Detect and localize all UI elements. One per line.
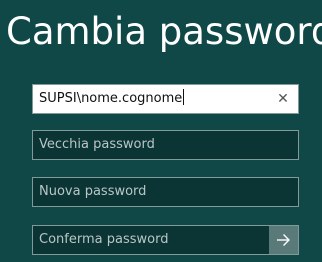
confirm-password-field[interactable]: Conferma password (32, 225, 299, 255)
page-title: Cambia password (6, 10, 322, 53)
username-field[interactable]: SUPSI\nome.cognome ✕ (32, 84, 299, 114)
close-icon: ✕ (277, 91, 289, 107)
change-password-screen: Cambia password SUPSI\nome.cognome ✕ Vec… (0, 0, 322, 262)
username-value-wrap: SUPSI\nome.cognome (39, 85, 185, 113)
new-password-placeholder: Nuova password (39, 184, 147, 199)
old-password-field[interactable]: Vecchia password (32, 130, 299, 160)
new-password-field[interactable]: Nuova password (32, 177, 299, 207)
clear-button[interactable]: ✕ (272, 85, 294, 113)
username-value: SUPSI\nome.cognome (39, 91, 183, 106)
old-password-placeholder: Vecchia password (39, 137, 155, 152)
confirm-password-placeholder: Conferma password (39, 232, 169, 247)
text-caret (183, 89, 185, 105)
arrow-right-icon (277, 234, 290, 246)
submit-button[interactable] (269, 226, 298, 254)
